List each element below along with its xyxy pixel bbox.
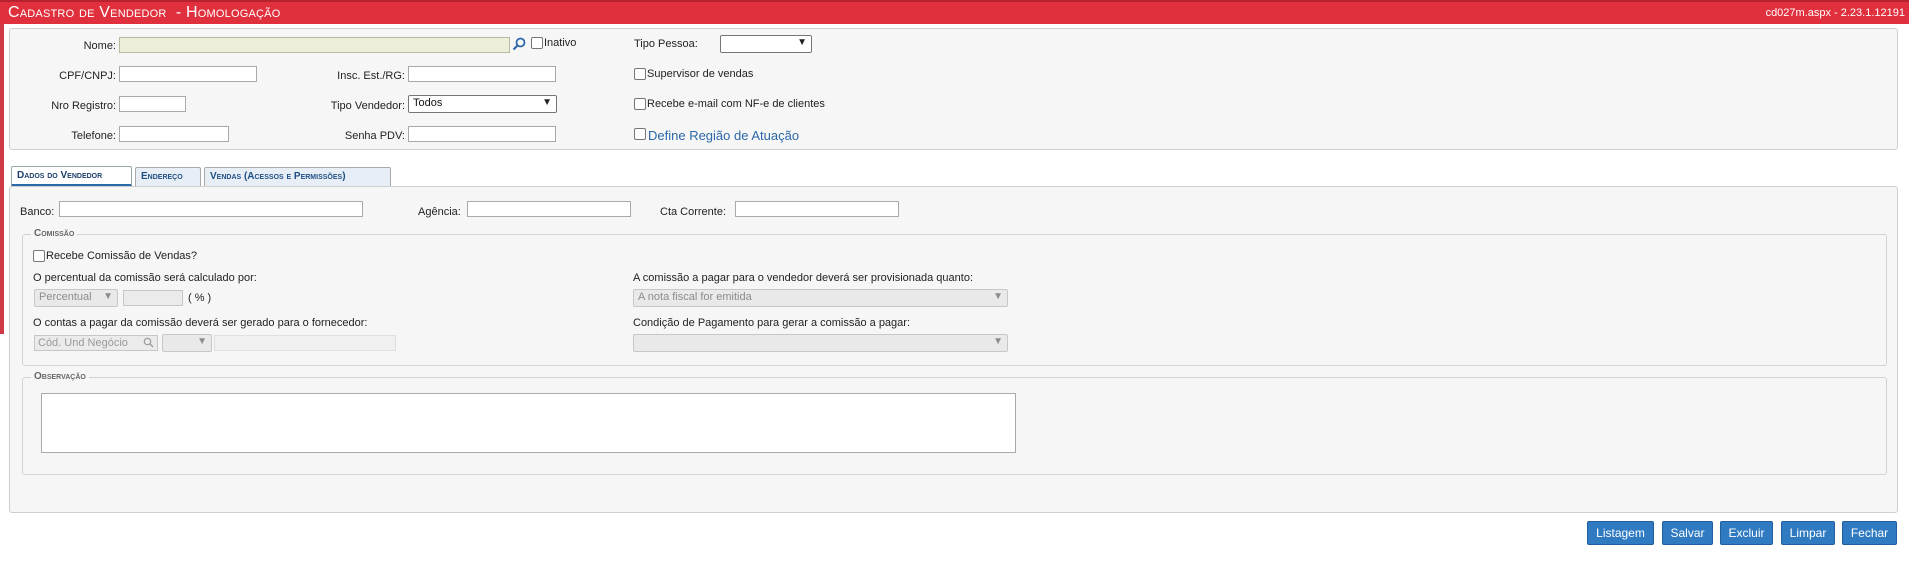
recebe-email-checkbox[interactable] — [634, 98, 646, 110]
provisionada-label: A comissão a pagar para o vendedor dever… — [633, 272, 973, 284]
tipo-pessoa-label: Tipo Pessoa: — [634, 38, 698, 50]
und-negocio-input[interactable]: Cód. Und Negócio — [34, 335, 158, 351]
inativo-label: Inativo — [544, 37, 577, 49]
chevron-down-icon: ▼ — [797, 37, 807, 48]
search-icon[interactable] — [511, 36, 527, 52]
insc-est-input[interactable] — [408, 66, 556, 82]
nome-input[interactable] — [119, 37, 510, 53]
title-bar: Cadastro de Vendedor - Homologação cd027… — [0, 0, 1909, 24]
tipo-vendedor-select[interactable]: Todos ▼ — [408, 95, 557, 113]
recebe-comissao-label: Recebe Comissão de Vendas? — [46, 250, 198, 262]
chevron-down-icon: ▼ — [993, 291, 1003, 302]
define-regiao-checkbox[interactable] — [634, 128, 646, 140]
recebe-email-label: Recebe e-mail com NF-e de clientes — [647, 98, 825, 110]
salvar-button[interactable]: Salvar — [1662, 521, 1713, 545]
condicao-pagamento-select[interactable]: ▼ — [633, 334, 1008, 352]
tab-endereco[interactable]: Endereço — [135, 167, 201, 186]
fornecedor-name-input[interactable] — [214, 335, 396, 351]
observacao-textarea[interactable] — [41, 393, 1016, 453]
tab-vendas-acessos[interactable]: Vendas (Acessos e Permissões) — [204, 167, 391, 186]
tipo-pessoa-select[interactable]: ▼ — [720, 35, 812, 53]
cpf-cnpj-label: CPF/CNPJ: — [59, 70, 116, 82]
banco-label: Banco: — [20, 206, 55, 218]
inativo-checkbox[interactable] — [531, 37, 543, 49]
nro-registro-label: Nro Registro: — [51, 100, 116, 112]
percent-unit-label: ( % ) — [188, 292, 212, 304]
percentual-label: O percentual da comissão será calculado … — [33, 272, 257, 284]
excluir-button[interactable]: Excluir — [1720, 521, 1773, 545]
agencia-label: Agência: — [418, 206, 461, 218]
chevron-down-icon: ▼ — [993, 336, 1003, 347]
observacao-legend: Observação — [31, 371, 89, 382]
telefone-input[interactable] — [119, 126, 229, 142]
nro-registro-input[interactable] — [119, 96, 186, 112]
percentual-input[interactable] — [123, 290, 183, 306]
chevron-down-icon: ▼ — [103, 291, 113, 302]
provisionada-select[interactable]: A nota fiscal for emitida ▼ — [633, 289, 1008, 307]
condicao-pagamento-label: Condição de Pagamento para gerar a comis… — [633, 317, 911, 329]
nome-label: Nome: — [83, 40, 116, 52]
telefone-label: Telefone: — [71, 130, 116, 142]
limpar-button[interactable]: Limpar — [1781, 521, 1835, 545]
chevron-down-icon: ▼ — [542, 97, 552, 108]
tab-dados-vendedor[interactable]: Dados do Vendedor — [11, 166, 132, 187]
cta-corrente-label: Cta Corrente: — [660, 206, 727, 218]
contas-pagar-label: O contas a pagar da comissão deverá ser … — [33, 317, 368, 329]
search-icon[interactable] — [143, 337, 154, 348]
define-regiao-link[interactable]: Define Região de Atuação — [648, 128, 799, 143]
senha-pdv-label: Senha PDV: — [344, 130, 405, 142]
listagem-button[interactable]: Listagem — [1587, 521, 1654, 545]
agencia-input[interactable] — [467, 201, 631, 217]
cpf-cnpj-input[interactable] — [119, 66, 257, 82]
cta-corrente-input[interactable] — [735, 201, 899, 217]
version-label: cd027m.aspx - 2.23.1.12191 — [1765, 7, 1905, 19]
insc-est-label: Insc. Est./RG: — [337, 70, 405, 82]
senha-pdv-input[interactable] — [408, 126, 556, 142]
percentual-select[interactable]: Percentual ▼ — [34, 289, 118, 307]
left-accent-strip — [0, 24, 4, 334]
recebe-comissao-checkbox[interactable] — [33, 250, 45, 262]
fechar-button[interactable]: Fechar — [1842, 521, 1897, 545]
fornecedor-select[interactable]: ▼ — [162, 334, 212, 352]
banco-input[interactable] — [59, 201, 363, 217]
comissao-legend: Comissão — [31, 228, 78, 239]
chevron-down-icon: ▼ — [197, 336, 207, 347]
tipo-vendedor-label: Tipo Vendedor: — [330, 100, 405, 112]
page-title: Cadastro de Vendedor - Homologação — [8, 4, 281, 21]
supervisor-checkbox[interactable] — [634, 68, 646, 80]
supervisor-label: Supervisor de vendas — [647, 68, 754, 80]
